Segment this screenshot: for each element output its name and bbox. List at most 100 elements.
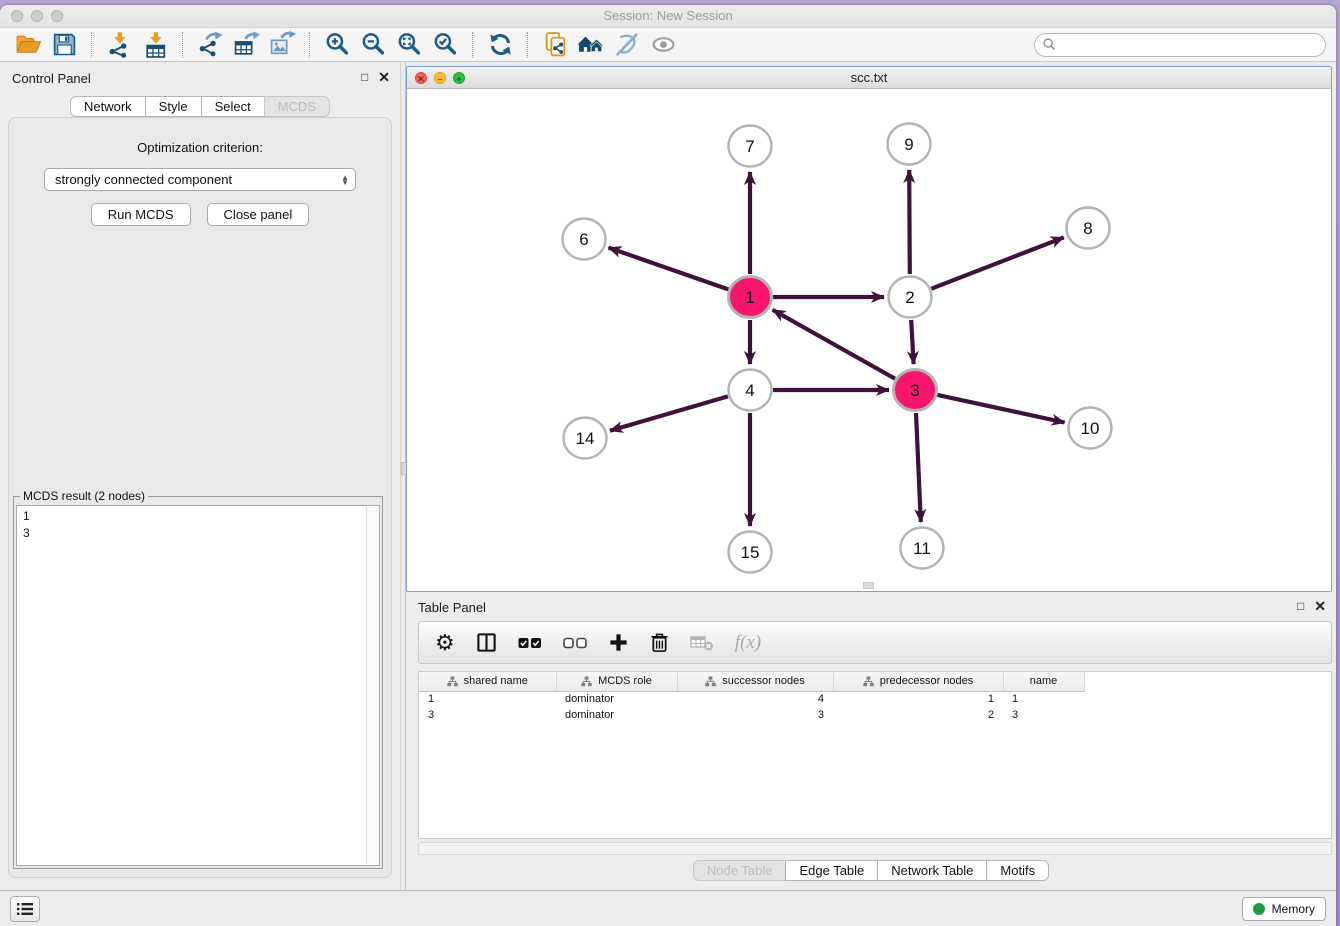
table-cell[interactable]: 2 (833, 707, 1003, 723)
graph-node-7[interactable]: 7 (729, 126, 772, 167)
task-history-button[interactable] (10, 896, 40, 922)
tab-mcds[interactable]: MCDS (264, 96, 330, 117)
node-table[interactable]: shared nameMCDS rolesuccessor nodesprede… (418, 671, 1332, 839)
tab-motifs[interactable]: Motifs (986, 860, 1049, 881)
column-header-mcds-role[interactable]: MCDS role (556, 672, 677, 691)
column-header-name[interactable]: name (1003, 672, 1084, 691)
graph-node-3[interactable]: 3 (894, 370, 937, 411)
edge-4-14[interactable] (610, 396, 728, 430)
graph-node-2[interactable]: 2 (889, 277, 932, 318)
network-window-titlebar[interactable]: ✕ – + scc.txt (407, 67, 1331, 89)
edge-2-3[interactable] (911, 320, 913, 364)
optimization-criterion-select[interactable]: strongly connected component ▲▼ (44, 168, 356, 191)
import-network-icon[interactable] (101, 30, 137, 60)
table-panel-tabs: Node TableEdge TableNetwork TableMotifs (406, 857, 1336, 884)
add-column-icon[interactable] (608, 632, 629, 653)
tab-select[interactable]: Select (201, 96, 265, 117)
export-image-icon[interactable] (264, 30, 300, 60)
neighbors-houses-icon[interactable] (573, 30, 609, 60)
zoom-out-icon[interactable] (355, 30, 391, 60)
import-table-icon[interactable] (137, 30, 173, 60)
column-tree-icon (705, 676, 716, 687)
table-cell[interactable]: 1 (833, 691, 1003, 707)
table-cell[interactable]: dominator (556, 691, 677, 707)
graph-node-6[interactable]: 6 (563, 219, 606, 260)
select-all-checkboxes-icon[interactable] (518, 636, 542, 650)
tab-style[interactable]: Style (145, 96, 202, 117)
table-cell[interactable]: 1 (1003, 691, 1084, 707)
network-graph[interactable]: 7 9 6 8 1 2 4 3 14 10 15 11 (407, 89, 1331, 591)
network-canvas[interactable]: 7 9 6 8 1 2 4 3 14 10 15 11 (407, 89, 1331, 591)
column-header-predecessor-nodes[interactable]: predecessor nodes (833, 672, 1003, 691)
zoom-in-icon[interactable] (319, 30, 355, 60)
table-cell[interactable]: 3 (677, 707, 833, 723)
table-row[interactable]: 3dominator323 (419, 707, 1084, 723)
export-table-icon[interactable] (228, 30, 264, 60)
zoom-selected-icon[interactable] (427, 30, 463, 60)
close-panel-button[interactable]: Close panel (207, 203, 310, 226)
delete-table-icon (690, 634, 714, 652)
graph-node-15[interactable]: 15 (729, 532, 772, 573)
clone-network-icon[interactable] (537, 30, 573, 60)
mcds-result-lines: 1 3 (17, 506, 379, 542)
close-table-panel-icon[interactable]: ✕ (1314, 599, 1326, 613)
table-cell[interactable]: dominator (556, 707, 677, 723)
table-panel: Table Panel □ ✕ ⚙ (406, 595, 1336, 890)
table-row[interactable]: 1dominator411 (419, 691, 1084, 707)
result-scrollbar[interactable] (366, 507, 378, 864)
table-horizontal-scrollbar[interactable] (418, 842, 1332, 855)
table-cell[interactable]: 3 (1003, 707, 1084, 723)
delete-column-trash-icon[interactable] (650, 632, 669, 653)
svg-text:1: 1 (745, 288, 754, 307)
float-table-panel-icon[interactable]: □ (1297, 599, 1304, 613)
selected-criterion: strongly connected component (55, 172, 341, 187)
open-folder-icon[interactable] (10, 30, 46, 60)
column-tree-icon (447, 676, 458, 687)
edge-3-11[interactable] (916, 413, 921, 522)
eye-icon[interactable] (645, 30, 681, 60)
run-mcds-button[interactable]: Run MCDS (91, 203, 191, 226)
float-panel-icon[interactable]: □ (361, 70, 368, 84)
graph-node-14[interactable]: 14 (564, 418, 607, 459)
graph-node-8[interactable]: 8 (1067, 208, 1110, 249)
graph-node-10[interactable]: 10 (1069, 408, 1112, 449)
save-icon[interactable] (46, 30, 82, 60)
canvas-splitter-grip[interactable] (863, 582, 874, 589)
close-panel-icon[interactable]: ✕ (378, 70, 390, 84)
tab-node-table[interactable]: Node Table (693, 860, 787, 881)
search-input[interactable] (1034, 33, 1326, 57)
edge-1-6[interactable] (609, 248, 729, 290)
edge-2-9[interactable] (909, 170, 910, 274)
memory-button[interactable]: Memory (1242, 897, 1326, 921)
graph-node-11[interactable]: 11 (901, 528, 944, 569)
column-header-shared-name[interactable]: shared name (419, 672, 556, 691)
gear-icon[interactable]: ⚙ (435, 632, 455, 654)
zoom-fit-icon[interactable] (391, 30, 427, 60)
svg-text:15: 15 (741, 543, 760, 562)
svg-text:10: 10 (1081, 419, 1100, 438)
toggle-graphics-icon[interactable] (609, 30, 645, 60)
window-title: Session: New Session (0, 8, 1336, 23)
refresh-icon[interactable] (482, 30, 518, 60)
svg-text:6: 6 (579, 230, 588, 249)
table-panel-title: Table Panel (418, 600, 486, 615)
tab-network[interactable]: Network (70, 96, 146, 117)
clear-selection-checkboxes-icon[interactable] (563, 636, 587, 650)
edge-2-8[interactable] (931, 237, 1063, 288)
edge-3-10[interactable] (938, 395, 1065, 423)
graph-node-4[interactable]: 4 (729, 370, 772, 411)
select-stepper-icon: ▲▼ (341, 175, 349, 185)
mcds-result-textarea[interactable]: 1 3 (16, 505, 380, 866)
table-cell[interactable]: 1 (419, 691, 556, 707)
column-header-successor-nodes[interactable]: successor nodes (677, 672, 833, 691)
export-network-icon[interactable] (192, 30, 228, 60)
function-builder-icon: f(x) (735, 632, 761, 654)
split-columns-icon[interactable] (476, 632, 497, 653)
graph-node-1[interactable]: 1 (729, 277, 772, 318)
tab-network-table[interactable]: Network Table (877, 860, 987, 881)
edge-3-1[interactable] (773, 310, 895, 379)
tab-edge-table[interactable]: Edge Table (785, 860, 878, 881)
graph-node-9[interactable]: 9 (888, 124, 931, 165)
table-cell[interactable]: 4 (677, 691, 833, 707)
table-cell[interactable]: 3 (419, 707, 556, 723)
